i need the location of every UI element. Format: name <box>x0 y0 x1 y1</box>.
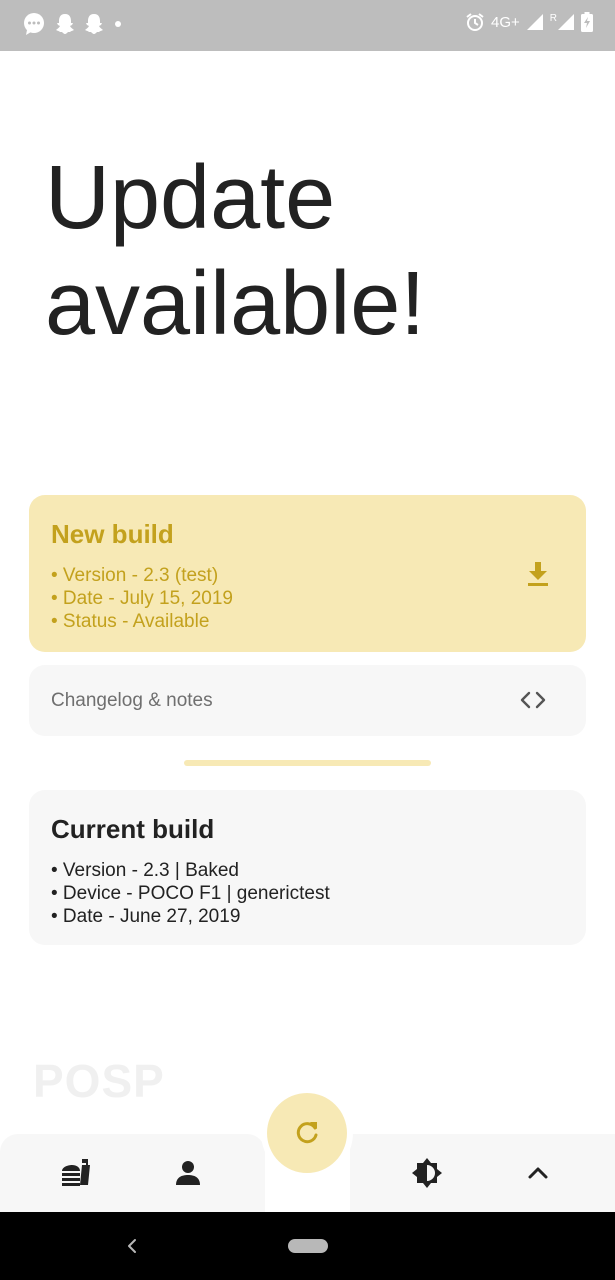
new-build-heading: New build <box>51 519 174 549</box>
refresh-icon <box>296 1122 318 1144</box>
home-pill[interactable] <box>288 1239 328 1253</box>
new-build-version: • Version - 2.3 (test) <box>51 565 219 586</box>
system-indicators: 4G+ R <box>465 12 593 32</box>
new-build-card[interactable]: New build • Version - 2.3 (test) • Date … <box>29 495 586 652</box>
section-divider <box>184 760 431 766</box>
current-build-device: • Device - POCO F1 | generictest <box>51 883 330 904</box>
current-build-heading: Current build <box>51 814 215 844</box>
screen: 4G+ R Update available! New build • Vers… <box>0 0 615 1280</box>
signal-icon <box>526 14 543 30</box>
network-label: 4G+ <box>490 13 520 31</box>
signal-icon <box>558 14 574 30</box>
current-build-date: • Date - June 27, 2019 <box>51 906 241 927</box>
current-build-card: Current build • Version - 2.3 | Baked • … <box>29 790 586 945</box>
dot-icon <box>115 21 121 27</box>
food-icon[interactable] <box>60 1157 92 1189</box>
download-icon[interactable] <box>526 561 550 587</box>
refresh-button[interactable] <box>267 1093 347 1173</box>
changelog-button[interactable]: Changelog & notes <box>29 665 586 736</box>
chevron-up-icon[interactable] <box>522 1157 554 1189</box>
new-build-status: • Status - Available <box>51 611 210 632</box>
posp-logo: POSP <box>33 1055 165 1107</box>
current-build-version: • Version - 2.3 | Baked <box>51 860 239 881</box>
page-title: Update available! <box>45 148 426 354</box>
changelog-label: Changelog & notes <box>51 689 213 711</box>
alarm-icon <box>466 13 484 31</box>
notification-icons <box>22 12 123 36</box>
code-icon <box>520 691 546 709</box>
snapchat-icon <box>85 14 103 34</box>
theme-icon[interactable] <box>411 1157 443 1189</box>
back-icon[interactable] <box>122 1236 142 1256</box>
messenger-icon <box>24 13 44 35</box>
bottom-bar-left <box>0 1134 265 1212</box>
bottom-bar-right <box>350 1134 615 1212</box>
roaming-label: R <box>549 12 557 24</box>
person-icon[interactable] <box>172 1157 204 1189</box>
system-nav-bar <box>0 1212 615 1280</box>
battery-charging-icon <box>581 12 593 32</box>
snapchat-icon <box>56 14 74 34</box>
new-build-date: • Date - July 15, 2019 <box>51 588 233 609</box>
status-bar: 4G+ R <box>0 0 615 51</box>
